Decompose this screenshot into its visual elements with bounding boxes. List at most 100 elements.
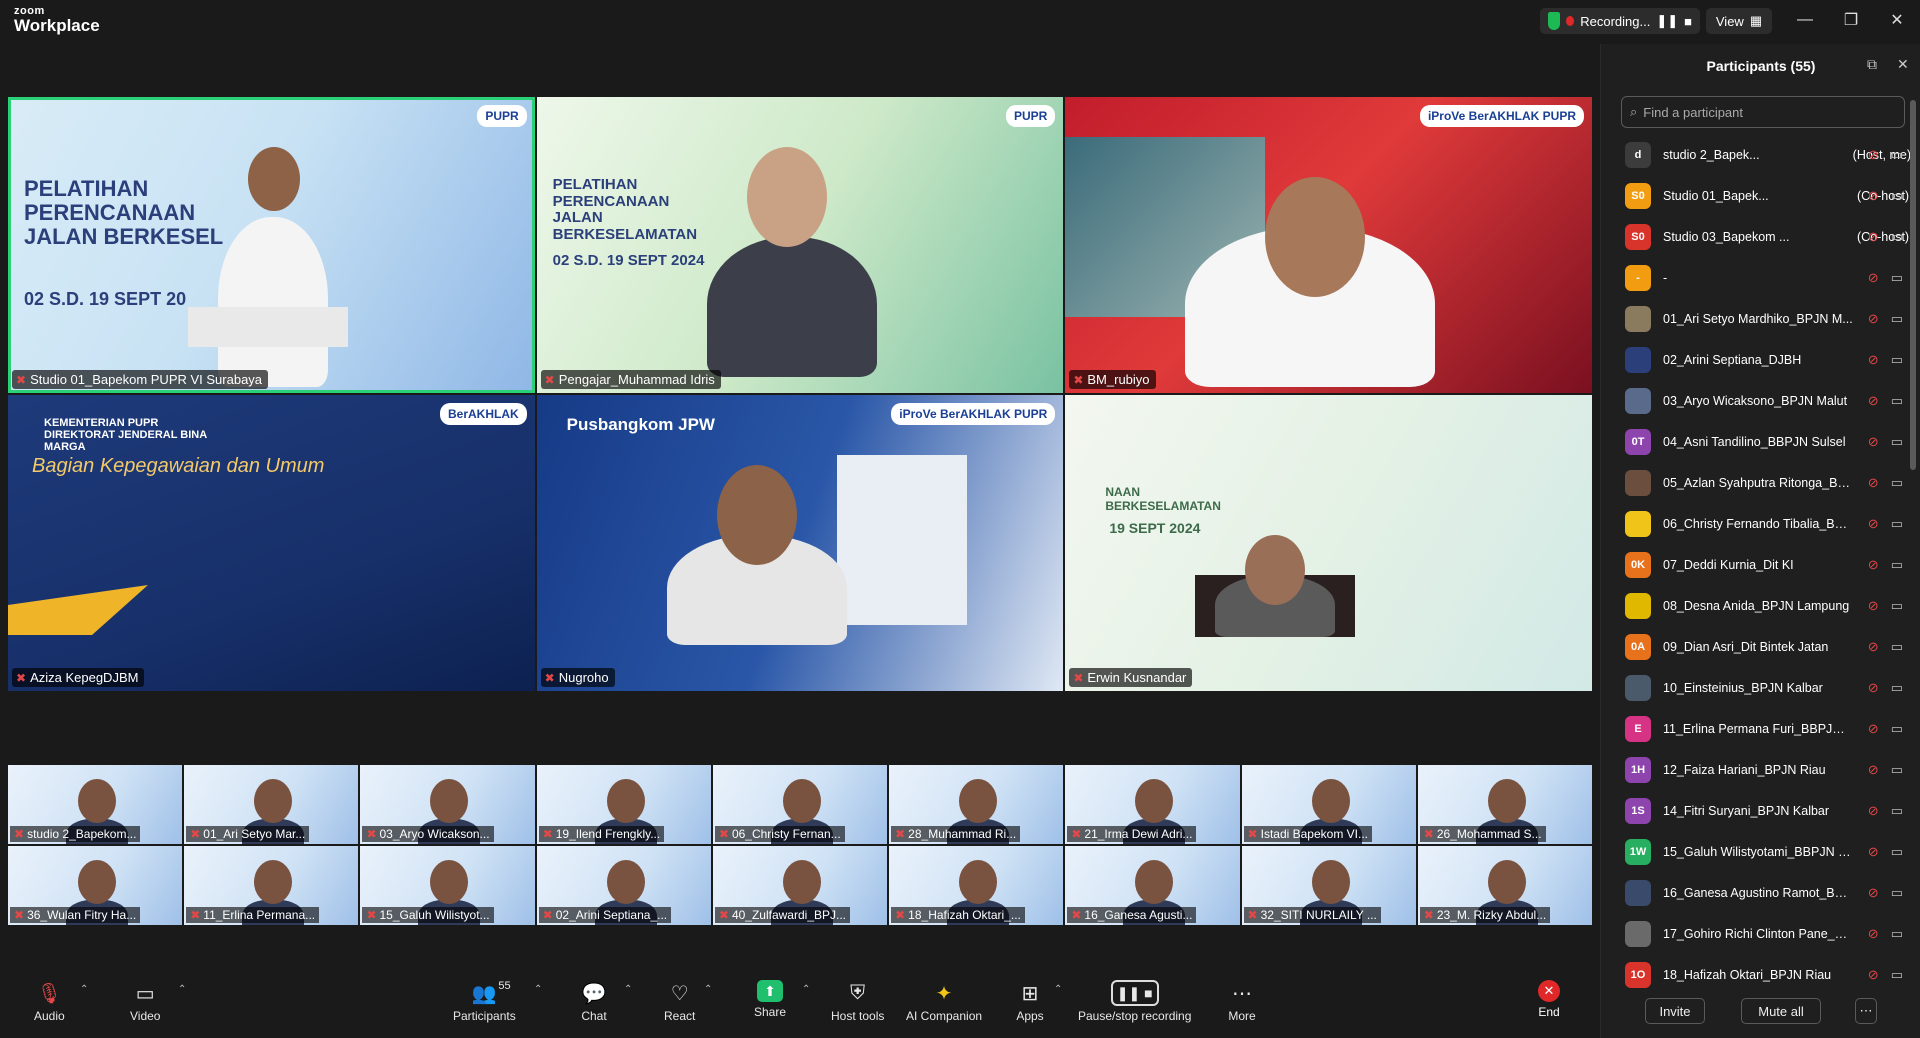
thumbnail-tile[interactable]: ✖ 21_Irma Dewi Adri... (1065, 765, 1240, 844)
video-camera-icon[interactable]: ▭ (1891, 680, 1903, 696)
participant-row[interactable]: E 11_Erlina Permana Furi_BBPJN J... ⊘ ▭ (1601, 708, 1911, 749)
participant-row[interactable]: 02_Arini Septiana_DJBH ⊘ ▭ (1601, 339, 1911, 380)
video-tile[interactable]: BerAKHLAK KEMENTERIAN PUPR DIREKTORAT JE… (8, 395, 535, 691)
video-camera-icon[interactable]: ▭ (1891, 311, 1903, 327)
mic-muted-icon[interactable]: ⊘ (1868, 229, 1879, 245)
thumbnail-tile[interactable]: ✖ 15_Galuh Wilistyot... (360, 846, 535, 925)
thumbnail-tile[interactable]: ✖ 26_Mohammad S... (1417, 765, 1592, 844)
video-tile[interactable]: PUPR PELATIHAN PERENCANAAN JALAN BERKESE… (8, 97, 535, 393)
video-camera-icon[interactable]: ▭ (1891, 967, 1903, 983)
participant-row[interactable]: 10_Einsteinius_BPJN Kalbar ⊘ ▭ (1601, 667, 1911, 708)
participant-row[interactable]: 08_Desna Anida_BPJN Lampung ⊘ ▭ (1601, 585, 1911, 626)
participant-row[interactable]: 05_Azlan Syahputra Ritonga_BP... ⊘ ▭ (1601, 462, 1911, 503)
video-camera-icon[interactable]: ▭ (1891, 475, 1903, 491)
mic-muted-icon[interactable]: ⊘ (1868, 762, 1879, 778)
end-button[interactable]: ✕ End (1538, 980, 1560, 1019)
invite-button[interactable]: Invite (1645, 998, 1705, 1024)
mic-muted-icon[interactable]: ⊘ (1868, 721, 1879, 737)
ai-companion-button[interactable]: ✦ AI Companion (906, 980, 982, 1024)
participant-row[interactable]: 0K 07_Deddi Kurnia_Dit KI ⊘ ▭ (1601, 544, 1911, 585)
video-camera-icon[interactable]: ▭ (1891, 762, 1903, 778)
mic-muted-icon[interactable]: ⊘ (1868, 311, 1879, 327)
video-camera-icon[interactable]: ▭ (1891, 557, 1903, 573)
audio-button[interactable]: 🎙 Audio (34, 980, 65, 1024)
popout-icon[interactable]: ⧉ (1867, 56, 1877, 73)
video-camera-icon[interactable]: ▭ (1891, 393, 1903, 409)
video-camera-icon[interactable]: ▭ (1891, 229, 1903, 245)
video-camera-icon[interactable]: ▭ (1891, 721, 1903, 737)
video-camera-icon[interactable]: ▭ (1891, 270, 1903, 286)
mic-muted-icon[interactable]: ⊘ (1868, 598, 1879, 614)
mic-muted-icon[interactable]: ⊘ (1868, 844, 1879, 860)
thumbnail-tile[interactable]: ✖ 03_Aryo Wicakson... (360, 765, 535, 844)
thumbnail-tile[interactable]: ✖ Istadi Bapekom VI... (1241, 765, 1416, 844)
participant-row[interactable]: 1W 15_Galuh Wilistyotami_BBPJN D... ⊘ ▭ (1601, 831, 1911, 872)
chat-caret-icon[interactable]: ⌃ (624, 984, 632, 995)
mic-muted-icon[interactable]: ⊘ (1868, 557, 1879, 573)
participant-row[interactable]: 0A 09_Dian Asri_Dit Bintek Jatan ⊘ ▭ (1601, 626, 1911, 667)
mic-muted-icon[interactable]: ⊘ (1868, 434, 1879, 450)
more-options-icon[interactable]: ⋯ (1855, 998, 1877, 1024)
video-camera-icon[interactable]: ▭ (1891, 188, 1903, 204)
thumbnail-tile[interactable]: ✖ studio 2_Bapekom... (8, 765, 183, 844)
mic-muted-icon[interactable]: ⊘ (1868, 393, 1879, 409)
video-camera-icon[interactable]: ▭ (1891, 844, 1903, 860)
maximize-icon[interactable]: ❐ (1828, 0, 1874, 40)
video-camera-icon[interactable]: ▭ (1891, 352, 1903, 368)
video-camera-icon[interactable]: ▭ (1891, 516, 1903, 532)
host-tools-button[interactable]: ⛨ Host tools (831, 980, 884, 1024)
video-camera-icon[interactable]: ▭ (1891, 147, 1903, 163)
pause-stop-recording-button[interactable]: ❚❚ ■ Pause/stop recording (1078, 980, 1191, 1023)
mic-muted-icon[interactable]: ⊘ (1868, 147, 1879, 163)
react-button[interactable]: ♡ React (664, 980, 695, 1024)
participant-row[interactable]: 03_Aryo Wicaksono_BPJN Malut ⊘ ▭ (1601, 380, 1911, 421)
video-camera-icon[interactable]: ▭ (1891, 926, 1903, 942)
thumbnail-tile[interactable]: ✖ 28_Muhammad Ri... (889, 765, 1064, 844)
thumbnail-tile[interactable]: ✖ 18_Hafizah Oktari_... (889, 846, 1064, 925)
thumbnail-tile[interactable]: ✖ 16_Ganesa Agusti... (1065, 846, 1240, 925)
participant-row[interactable]: 17_Gohiro Richi Clinton Pane_B... ⊘ ▭ (1601, 913, 1911, 954)
thumbnail-tile[interactable]: ✖ 40_Zulfawardi_BPJ... (712, 846, 888, 925)
participant-row[interactable]: S0 Studio 03_Bapekom ... (Co-host) ⊘ ▭ (1601, 216, 1911, 257)
mic-muted-icon[interactable]: ⊘ (1868, 885, 1879, 901)
react-caret-icon[interactable]: ⌃ (704, 984, 712, 995)
participant-list-scrollbar[interactable] (1910, 100, 1916, 470)
video-camera-icon[interactable]: ▭ (1891, 639, 1903, 655)
mic-muted-icon[interactable]: ⊘ (1868, 352, 1879, 368)
apps-button[interactable]: ⊞ Apps (1016, 980, 1044, 1024)
thumbnail-tile[interactable]: ✖ 02_Arini Septiana_... (536, 846, 711, 925)
recording-indicator[interactable]: Recording... ❚❚ ■ (1540, 8, 1700, 34)
video-tile[interactable]: iProVe BerAKHLAK PUPR Pusbangkom JPW ✖ Nu… (536, 395, 1064, 691)
mic-muted-icon[interactable]: ⊘ (1868, 270, 1879, 286)
close-window-icon[interactable]: ✕ (1874, 0, 1920, 40)
chat-button[interactable]: 💬 Chat (580, 980, 608, 1024)
more-button[interactable]: ⋯ More (1228, 980, 1256, 1024)
mic-muted-icon[interactable]: ⊘ (1868, 926, 1879, 942)
participant-row[interactable]: S0 Studio 01_Bapek... (Co-host) ⊘ ▭ (1601, 175, 1911, 216)
thumbnail-tile[interactable]: ✖ 01_Ari Setyo Mar... (184, 765, 359, 844)
video-camera-icon[interactable]: ▭ (1891, 803, 1903, 819)
video-camera-icon[interactable]: ▭ (1891, 885, 1903, 901)
participant-row[interactable]: 0T 04_Asni Tandilino_BBPJN Sulsel ⊘ ▭ (1601, 421, 1911, 462)
video-tile[interactable]: iProVe BerAKHLAK PUPR ✖ BM_rubiyo (1065, 97, 1592, 393)
participants-button[interactable]: 👥 55 Participants (453, 980, 516, 1023)
share-caret-icon[interactable]: ⌃ (802, 984, 810, 995)
participant-row[interactable]: 1H 12_Faiza Hariani_BPJN Riau ⊘ ▭ (1601, 749, 1911, 790)
video-button[interactable]: ▭ Video (130, 980, 160, 1024)
thumbnail-tile[interactable]: ✖ 06_Christy Fernan... (712, 765, 888, 844)
stop-icon[interactable]: ■ (1684, 14, 1692, 29)
participant-row[interactable]: - - ⊘ ▭ (1601, 257, 1911, 298)
view-button[interactable]: View ▦ (1706, 8, 1772, 34)
minimize-icon[interactable]: — (1782, 0, 1828, 40)
video-options-caret-icon[interactable]: ⌃ (178, 984, 186, 995)
thumbnail-tile[interactable]: ✖ 11_Erlina Permana... (184, 846, 359, 925)
participants-caret-icon[interactable]: ⌃ (534, 984, 542, 995)
participant-row[interactable]: 16_Ganesa Agustino Ramot_BPJ... ⊘ ▭ (1601, 872, 1911, 913)
mic-muted-icon[interactable]: ⊘ (1868, 680, 1879, 696)
mic-muted-icon[interactable]: ⊘ (1868, 516, 1879, 532)
video-tile[interactable]: PUPR PELATIHAN PERENCANAAN JALAN BERKESE… (536, 97, 1064, 393)
mic-muted-icon[interactable]: ⊘ (1868, 475, 1879, 491)
search-participant-field[interactable]: ⌕ Find a participant (1621, 96, 1905, 128)
participant-row[interactable]: d studio 2_Bapek... (Host, me) ⊘ ▭ (1601, 134, 1911, 175)
video-tile[interactable]: NAAN BERKESELAMATAN 19 SEPT 2024 ✖ Erwin … (1065, 395, 1592, 691)
